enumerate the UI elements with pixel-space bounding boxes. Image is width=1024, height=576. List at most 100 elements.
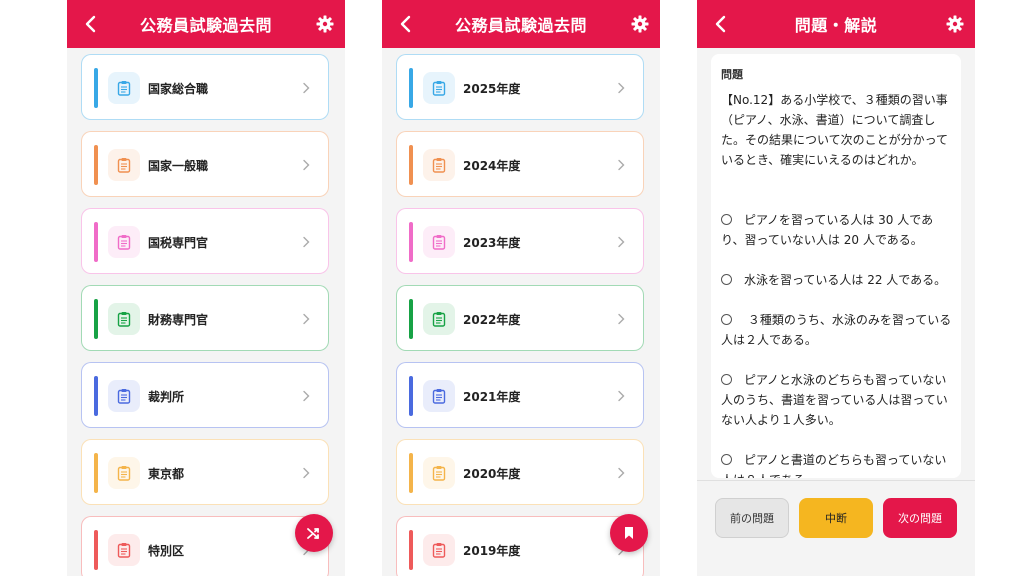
back-arrow-icon[interactable] xyxy=(711,14,731,34)
category-card[interactable]: 財務専門官 xyxy=(81,285,329,351)
clipboard-icon xyxy=(108,72,140,104)
clipboard-icon xyxy=(108,149,140,181)
answer-option-4[interactable]: ピアノと水泳のどちらも習っていない人のうち、書道を習っている人は習っていない人よ… xyxy=(721,370,953,430)
answer-option-3[interactable]: ３種類のうち、水泳のみを習っている人は２人である。 xyxy=(721,310,953,350)
page-title: 公務員試験過去問 xyxy=(454,16,587,35)
app-header: 公務員試験過去問 xyxy=(382,0,660,48)
year-label: 2025年度 xyxy=(463,82,521,96)
bookmark-icon xyxy=(625,527,633,539)
radio-icon xyxy=(721,314,732,325)
answer-option-1[interactable]: ピアノを習っている人は 30 人であり、習っていない人は 20 人である。 xyxy=(721,210,953,250)
accent-bar xyxy=(94,145,98,185)
chevron-right-icon xyxy=(618,390,625,402)
question-panel[interactable]: 問題 【No.12】ある小学校で、３種類の習い事（ピアノ、水泳、書道）について調… xyxy=(711,54,961,478)
year-label: 2022年度 xyxy=(463,313,521,327)
accent-bar xyxy=(409,68,413,108)
clipboard-icon xyxy=(108,457,140,489)
question-text: 【No.12】ある小学校で、３種類の習い事（ピアノ、水泳、書道）について調査した… xyxy=(721,93,949,167)
chevron-right-icon xyxy=(618,159,625,171)
chevron-right-icon xyxy=(303,390,310,402)
chevron-right-icon xyxy=(303,313,310,325)
accent-bar xyxy=(94,68,98,108)
year-label: 2020年度 xyxy=(463,467,521,481)
question-nav-footer: 前の問題 中断 次の問題 xyxy=(697,480,975,576)
year-card[interactable]: 2023年度 xyxy=(396,208,644,274)
year-card[interactable]: 2021年度 xyxy=(396,362,644,428)
radio-icon xyxy=(721,274,732,285)
chevron-right-icon xyxy=(618,236,625,248)
category-card[interactable]: 国家一般職 xyxy=(81,131,329,197)
bookmark-button[interactable] xyxy=(610,514,648,552)
accent-bar xyxy=(409,376,413,416)
chevron-right-icon xyxy=(618,82,625,94)
pause-button[interactable]: 中断 xyxy=(799,498,873,538)
accent-bar xyxy=(409,530,413,570)
option-text: ３種類のうち、水泳のみを習っている人は２人である。 xyxy=(721,313,952,347)
year-card[interactable]: 2024年度 xyxy=(396,131,644,197)
category-card[interactable]: 国税専門官 xyxy=(81,208,329,274)
category-label: 国家一般職 xyxy=(148,159,209,173)
back-arrow-icon[interactable] xyxy=(81,14,101,34)
clipboard-icon xyxy=(108,226,140,258)
accent-bar xyxy=(94,222,98,262)
year-card[interactable]: 2025年度 xyxy=(396,54,644,120)
accent-bar xyxy=(409,222,413,262)
radio-icon xyxy=(721,214,732,225)
screen-exam-categories: 公務員試験過去問 国家総合職国家一般職国税専門官財務専門官裁判所東京都特別区 xyxy=(67,0,345,576)
category-card[interactable]: 特別区 xyxy=(81,516,329,576)
year-card[interactable]: 2020年度 xyxy=(396,439,644,505)
category-card[interactable]: 裁判所 xyxy=(81,362,329,428)
option-text: ピアノと書道のどちらも習っていない人は８人である。 xyxy=(721,453,947,478)
option-text: ピアノを習っている人は 30 人であり、習っていない人は 20 人である。 xyxy=(721,213,934,247)
chevron-right-icon xyxy=(618,313,625,325)
chevron-right-icon xyxy=(618,467,625,479)
category-label: 特別区 xyxy=(148,544,185,558)
accent-bar xyxy=(94,299,98,339)
screen-exam-years: 公務員試験過去問 2025年度 2024年度 2023年度 2022年度 2021年度 2… xyxy=(382,0,660,576)
app-header: 問題・解説 xyxy=(697,0,975,48)
radio-icon xyxy=(721,374,732,385)
gear-icon[interactable] xyxy=(315,14,335,34)
shuffle-icon xyxy=(307,528,319,539)
radio-icon xyxy=(721,454,732,465)
clipboard-icon xyxy=(423,534,455,566)
prev-question-button[interactable]: 前の問題 xyxy=(715,498,789,538)
option-text: ピアノと水泳のどちらも習っていない人のうち、書道を習っている人は習っていない人よ… xyxy=(721,373,948,427)
answer-option-2[interactable]: 水泳を習っている人は 22 人である。 xyxy=(721,270,953,290)
accent-bar xyxy=(94,530,98,570)
year-card[interactable]: 2019年度 xyxy=(396,516,644,576)
year-label: 2021年度 xyxy=(463,390,521,404)
accent-bar xyxy=(409,453,413,493)
clipboard-icon xyxy=(423,303,455,335)
gear-icon[interactable] xyxy=(945,14,965,34)
clipboard-icon xyxy=(108,303,140,335)
category-card[interactable]: 東京都 xyxy=(81,439,329,505)
chevron-right-icon xyxy=(303,82,310,94)
shuffle-button[interactable] xyxy=(295,514,333,552)
clipboard-icon xyxy=(423,149,455,181)
clipboard-icon xyxy=(423,457,455,489)
category-label: 国家総合職 xyxy=(148,82,209,96)
category-label: 裁判所 xyxy=(148,390,185,404)
clipboard-icon xyxy=(423,380,455,412)
category-label: 国税専門官 xyxy=(148,236,209,250)
accent-bar xyxy=(94,453,98,493)
accent-bar xyxy=(409,299,413,339)
chevron-right-icon xyxy=(303,159,310,171)
year-card[interactable]: 2022年度 xyxy=(396,285,644,351)
chevron-right-icon xyxy=(303,236,310,248)
accent-bar xyxy=(94,376,98,416)
year-label: 2024年度 xyxy=(463,159,521,173)
category-label: 東京都 xyxy=(148,467,185,481)
screen-question-detail: 問題・解説 問題 【No.12】ある小学校で、３種類の習い事（ピアノ、水泳、書道… xyxy=(697,0,975,576)
year-label: 2019年度 xyxy=(463,544,521,558)
category-label: 財務専門官 xyxy=(148,313,209,327)
option-text: 水泳を習っている人は 22 人である。 xyxy=(744,273,947,287)
next-question-button[interactable]: 次の問題 xyxy=(883,498,957,538)
page-title: 公務員試験過去問 xyxy=(139,16,272,35)
gear-icon[interactable] xyxy=(630,14,650,34)
category-card[interactable]: 国家総合職 xyxy=(81,54,329,120)
clipboard-icon xyxy=(423,72,455,104)
answer-option-5[interactable]: ピアノと書道のどちらも習っていない人は８人である。 xyxy=(721,450,953,478)
back-arrow-icon[interactable] xyxy=(396,14,416,34)
